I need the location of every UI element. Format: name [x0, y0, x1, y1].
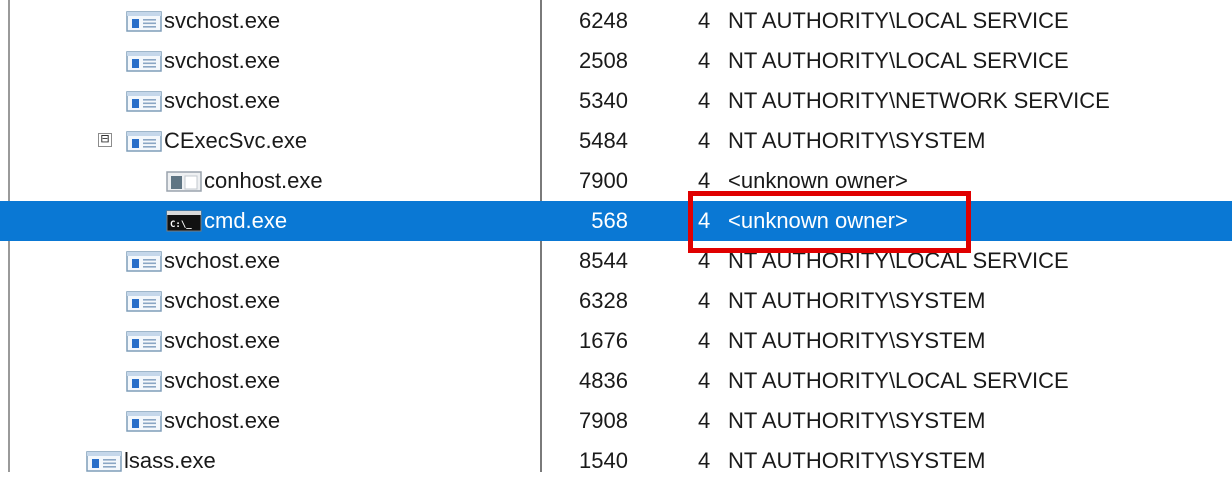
- service-window-icon: [126, 289, 162, 313]
- service-window-icon: [126, 9, 162, 33]
- annotation-highlight-box: [688, 191, 971, 253]
- process-name-cell[interactable]: svchost.exe: [126, 81, 280, 121]
- process-priority: 4: [698, 88, 711, 113]
- process-owner: NT AUTHORITY\SYSTEM: [728, 408, 986, 433]
- process-id: 5340: [579, 88, 628, 113]
- service-window-icon: [86, 449, 122, 473]
- service-window-icon: [126, 369, 162, 393]
- service-window-icon: [126, 409, 162, 433]
- process-owner: NT AUTHORITY\SYSTEM: [728, 448, 986, 473]
- process-name-cell[interactable]: svchost.exe: [126, 1, 280, 41]
- process-row[interactable]: svchost.exe 6248 4 NT AUTHORITY\LOCAL SERVI…: [0, 1, 1232, 41]
- process-name: svchost.exe: [164, 88, 281, 113]
- service-window-icon: [126, 329, 162, 353]
- process-name: conhost.exe: [204, 168, 323, 193]
- service-window-icon: [126, 89, 162, 113]
- process-name-cell[interactable]: svchost.exe: [126, 241, 280, 281]
- process-name: svchost.exe: [164, 288, 281, 313]
- svg-text:C:\_: C:\_: [170, 220, 192, 230]
- process-owner: NT AUTHORITY\LOCAL SERVICE: [728, 368, 1069, 393]
- process-priority: 4: [698, 48, 711, 73]
- process-owner: NT AUTHORITY\LOCAL SERVICE: [728, 48, 1069, 73]
- process-priority: 4: [698, 288, 711, 313]
- process-id: 8544: [579, 248, 628, 273]
- process-name: CExecSvc.exe: [164, 128, 308, 153]
- process-id: 7900: [579, 168, 628, 193]
- process-id: 6328: [579, 288, 628, 313]
- command-prompt-icon: C:\_: [166, 209, 202, 233]
- process-name-cell[interactable]: CExecSvc.exe: [126, 121, 307, 161]
- process-priority: 4: [698, 8, 711, 33]
- process-name-cell[interactable]: svchost.exe: [126, 281, 280, 321]
- process-row[interactable]: ⊟ CExecSvc.exe 5484 4 NT AUTHORITY\SYSTEM: [0, 121, 1232, 161]
- process-row[interactable]: svchost.exe 1676 4 NT AUTHORITY\SYSTEM: [0, 321, 1232, 361]
- process-name-cell[interactable]: svchost.exe: [126, 401, 280, 441]
- process-priority: 4: [698, 408, 711, 433]
- process-name-cell[interactable]: conhost.exe: [166, 161, 323, 201]
- process-row[interactable]: svchost.exe 6328 4 NT AUTHORITY\SYSTEM: [0, 281, 1232, 321]
- process-name: lsass.exe: [124, 448, 216, 473]
- process-row[interactable]: conhost.exe 7900 4 <unknown owner>: [0, 161, 1232, 201]
- service-window-icon: [126, 129, 162, 153]
- process-id: 6248: [579, 8, 628, 33]
- process-name-cell[interactable]: C:\_ cmd.exe: [166, 201, 287, 241]
- process-id: 568: [591, 208, 628, 233]
- process-id: 5484: [579, 128, 628, 153]
- process-name-cell[interactable]: svchost.exe: [126, 41, 280, 81]
- process-row[interactable]: svchost.exe 4836 4 NT AUTHORITY\LOCAL SERVI…: [0, 361, 1232, 401]
- process-name: cmd.exe: [204, 208, 288, 233]
- process-id: 7908: [579, 408, 628, 433]
- process-name: svchost.exe: [164, 408, 281, 433]
- process-name-cell[interactable]: lsass.exe: [86, 441, 216, 481]
- process-owner: NT AUTHORITY\LOCAL SERVICE: [728, 8, 1069, 33]
- process-row[interactable]: lsass.exe 1540 4 NT AUTHORITY\SYSTEM: [0, 441, 1232, 481]
- process-id: 1540: [579, 448, 628, 473]
- process-name: svchost.exe: [164, 368, 281, 393]
- process-row[interactable]: svchost.exe 8544 4 NT AUTHORITY\LOCAL SERVI…: [0, 241, 1232, 281]
- console-host-icon: [166, 169, 202, 193]
- process-owner: NT AUTHORITY\SYSTEM: [728, 288, 986, 313]
- process-id: 1676: [579, 328, 628, 353]
- process-owner: NT AUTHORITY\NETWORK SERVICE: [728, 88, 1110, 113]
- process-name-cell[interactable]: svchost.exe: [126, 321, 280, 361]
- process-name: svchost.exe: [164, 248, 281, 273]
- process-row[interactable]: svchost.exe 2508 4 NT AUTHORITY\LOCAL SERVI…: [0, 41, 1232, 81]
- process-owner: NT AUTHORITY\SYSTEM: [728, 128, 986, 153]
- process-name: svchost.exe: [164, 328, 281, 353]
- process-priority: 4: [698, 448, 711, 473]
- process-owner: NT AUTHORITY\SYSTEM: [728, 328, 986, 353]
- process-priority: 4: [698, 128, 711, 153]
- collapse-toggle-icon[interactable]: ⊟: [98, 132, 112, 147]
- process-row[interactable]: C:\_ cmd.exe 568 4 <unknown owner>: [0, 201, 1232, 241]
- process-id: 4836: [579, 368, 628, 393]
- process-row[interactable]: svchost.exe 7908 4 NT AUTHORITY\SYSTEM: [0, 401, 1232, 441]
- process-priority: 4: [698, 368, 711, 393]
- process-priority: 4: [698, 328, 711, 353]
- process-row[interactable]: svchost.exe 5340 4 NT AUTHORITY\NETWORK SER…: [0, 81, 1232, 121]
- process-name: svchost.exe: [164, 48, 281, 73]
- service-window-icon: [126, 249, 162, 273]
- process-id: 2508: [579, 48, 628, 73]
- service-window-icon: [126, 49, 162, 73]
- process-name-cell[interactable]: svchost.exe: [126, 361, 280, 401]
- process-name: svchost.exe: [164, 8, 281, 33]
